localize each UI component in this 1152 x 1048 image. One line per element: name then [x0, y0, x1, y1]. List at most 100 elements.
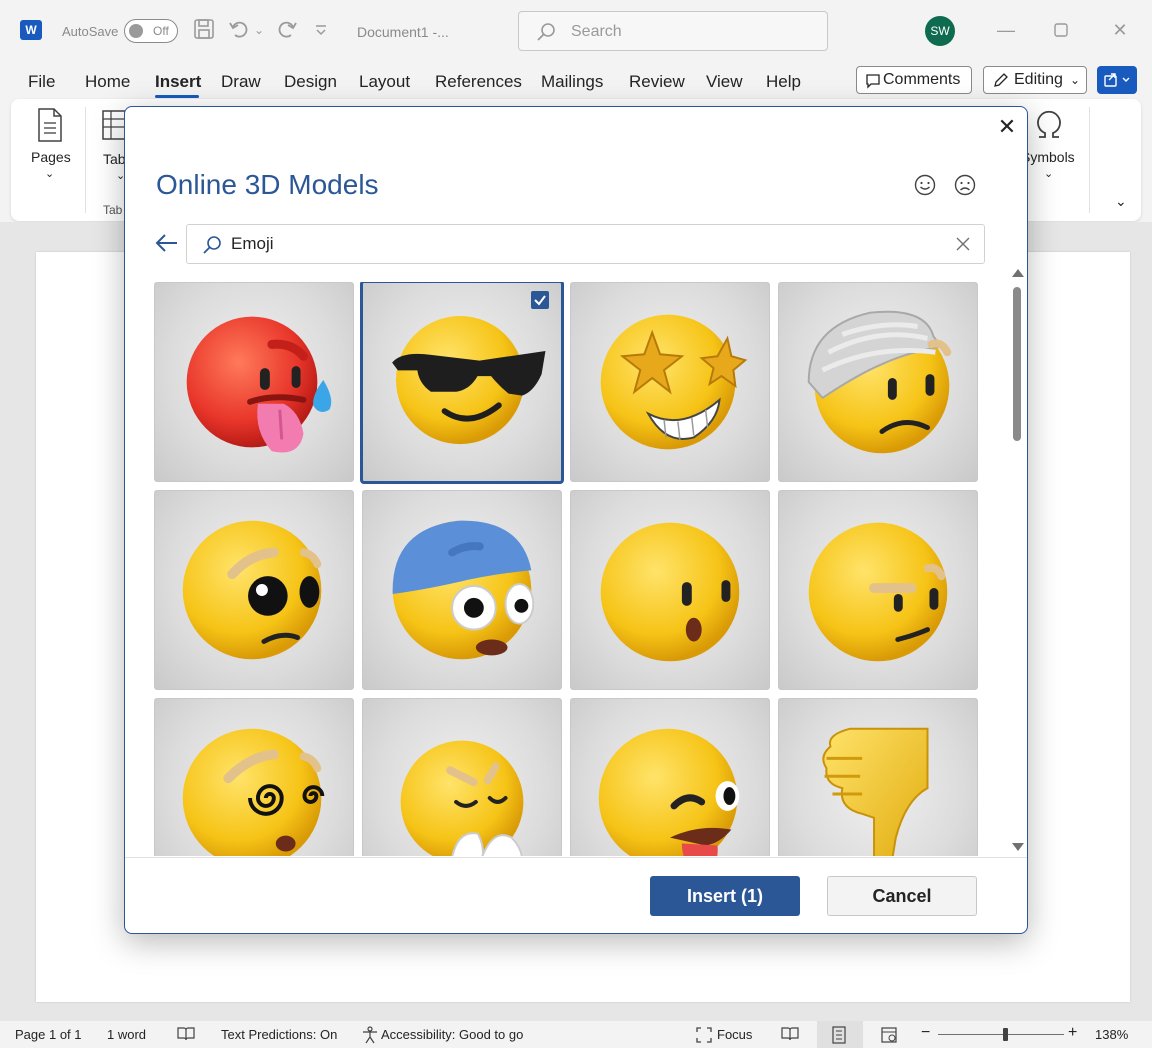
maximize-icon[interactable] — [1049, 18, 1073, 42]
model-tile[interactable] — [570, 698, 770, 856]
tables-group-label: Tab — [103, 203, 123, 217]
share-button[interactable] — [1097, 66, 1137, 94]
tab-draw[interactable]: Draw — [221, 72, 261, 92]
search-icon — [203, 236, 221, 254]
cancel-button[interactable]: Cancel — [827, 876, 977, 916]
tab-view[interactable]: View — [706, 72, 743, 92]
proofing-book-icon[interactable] — [176, 1026, 196, 1042]
zoom-slider-thumb[interactable] — [1003, 1028, 1008, 1041]
smile-feedback-icon[interactable] — [913, 173, 937, 197]
tab-insert[interactable]: Insert — [155, 72, 201, 92]
ribbon-separator — [85, 107, 86, 213]
clear-search-icon[interactable] — [952, 233, 974, 255]
table-button[interactable]: Tab — [103, 151, 126, 167]
sunglasses-emoji-icon — [392, 316, 546, 445]
model-tile[interactable] — [778, 282, 978, 482]
redo-icon[interactable] — [276, 18, 298, 46]
tab-home[interactable]: Home — [85, 72, 130, 92]
pages-button[interactable]: Pages — [31, 149, 71, 165]
undo-dropdown-icon[interactable]: ⌄ — [254, 18, 264, 42]
editing-mode-button[interactable]: Editing ⌄ — [983, 66, 1087, 94]
zoom-in-button[interactable]: + — [1068, 1024, 1077, 1042]
hot-face-emoji-icon — [186, 316, 332, 453]
model-tile[interactable] — [154, 698, 354, 856]
surprised-emoji-icon — [600, 522, 740, 662]
toggle-knob — [129, 24, 143, 38]
model-tile[interactable] — [570, 490, 770, 690]
pages-icon — [38, 108, 62, 142]
focus-icon — [696, 1027, 712, 1043]
customize-toolbar-icon[interactable] — [314, 18, 328, 47]
scroll-thumb[interactable] — [1013, 287, 1021, 441]
tab-design[interactable]: Design — [284, 72, 337, 92]
model-results-grid — [154, 282, 984, 856]
tab-file[interactable]: File — [28, 72, 55, 92]
model-tile-selected[interactable] — [360, 282, 564, 484]
model-tile[interactable] — [778, 698, 978, 856]
search-placeholder: Search — [571, 23, 622, 40]
frown-feedback-icon[interactable] — [953, 173, 977, 197]
zoom-slider-track[interactable] — [938, 1034, 1064, 1035]
model-tile[interactable] — [362, 490, 562, 690]
model-tile[interactable] — [154, 490, 354, 690]
model-tile[interactable] — [362, 698, 562, 856]
model-tile[interactable] — [570, 282, 770, 482]
menu-bar: File Home Insert Draw Design Layout Refe… — [0, 62, 1152, 98]
close-window-icon[interactable]: ✕ — [1108, 18, 1132, 42]
tab-references[interactable]: References — [435, 72, 522, 92]
ribbon-expand-chevron-icon[interactable]: ⌄ — [1115, 193, 1127, 210]
web-layout-icon[interactable] — [880, 1026, 898, 1044]
results-scrollbar[interactable] — [1009, 267, 1024, 857]
model-tile[interactable] — [778, 490, 978, 690]
selected-checkbox[interactable] — [531, 291, 549, 309]
editing-label: Editing — [1014, 71, 1063, 88]
thumbs-down-emoji-icon — [822, 727, 929, 856]
dialog-title: Online 3D Models — [156, 169, 379, 200]
chevron-down-icon: ⌄ — [1044, 168, 1054, 180]
status-bar: Page 1 of 1 1 word Text Predictions: On … — [0, 1021, 1152, 1048]
model-search-input[interactable] — [231, 233, 931, 255]
minimize-icon[interactable]: — — [994, 18, 1018, 42]
model-search-box — [186, 224, 985, 264]
tab-review[interactable]: Review — [629, 72, 685, 92]
symbols-button[interactable]: Symbols — [1021, 149, 1075, 165]
tab-help[interactable]: Help — [766, 72, 801, 92]
active-tab-indicator — [155, 95, 199, 98]
document-title[interactable]: Document1 -... — [357, 24, 449, 40]
ribbon-separator — [1089, 107, 1090, 213]
scroll-down-arrow-icon[interactable] — [1012, 843, 1024, 851]
focus-mode-button[interactable]: Focus — [717, 1027, 752, 1042]
title-search-box[interactable]: Search — [518, 11, 828, 51]
chevron-down-icon: ⌄ — [1069, 73, 1080, 87]
laughing-hands-emoji-icon — [400, 740, 524, 856]
comment-icon — [866, 74, 880, 89]
winking-tongue-emoji-icon — [598, 728, 740, 856]
back-arrow-icon[interactable] — [153, 229, 181, 257]
print-layout-button[interactable] — [817, 1021, 863, 1048]
accessibility-status[interactable]: Accessibility: Good to go — [381, 1027, 523, 1042]
word-count[interactable]: 1 word — [107, 1027, 146, 1042]
autosave-toggle[interactable]: Off — [124, 19, 178, 43]
scroll-up-arrow-icon[interactable] — [1012, 269, 1024, 277]
word-logo-icon: W — [20, 20, 42, 40]
user-avatar[interactable]: SW — [925, 16, 955, 46]
page-count[interactable]: Page 1 of 1 — [15, 1027, 82, 1042]
dizzy-face-emoji-icon — [182, 728, 325, 856]
insert-button[interactable]: Insert (1) — [650, 876, 800, 916]
share-icon — [1104, 73, 1130, 87]
skeptical-emoji-icon — [808, 522, 948, 662]
dialog-close-icon[interactable]: ✕ — [995, 115, 1019, 139]
undo-icon[interactable] — [228, 18, 250, 46]
tab-mailings[interactable]: Mailings — [541, 72, 603, 92]
tab-layout[interactable]: Layout — [359, 72, 410, 92]
model-tile[interactable] — [154, 282, 354, 482]
autosave-state: Off — [153, 24, 169, 38]
checkmark-icon — [534, 295, 546, 306]
read-mode-icon[interactable] — [780, 1026, 800, 1042]
zoom-out-button[interactable]: − — [921, 1024, 930, 1042]
text-predictions-status[interactable]: Text Predictions: On — [221, 1027, 337, 1042]
save-icon[interactable] — [193, 18, 215, 46]
zoom-level[interactable]: 138% — [1095, 1027, 1128, 1042]
comments-button[interactable]: Comments — [856, 66, 972, 94]
comments-label: Comments — [883, 71, 961, 88]
